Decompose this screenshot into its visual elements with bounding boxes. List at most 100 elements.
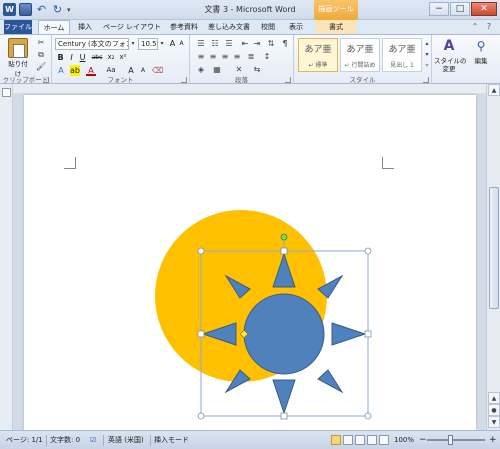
underline-button[interactable]: U: [78, 52, 87, 63]
shading-icon[interactable]: ◈: [196, 65, 206, 74]
subscript-button[interactable]: x₂: [106, 52, 116, 63]
font-launcher-icon[interactable]: [181, 77, 187, 83]
close-button[interactable]: ✕: [471, 2, 497, 16]
italic-button[interactable]: I: [67, 52, 76, 63]
styles-more-icon[interactable]: ▿: [422, 61, 432, 70]
font-size-field[interactable]: 10.5: [138, 38, 158, 50]
superscript-button[interactable]: x²: [118, 52, 128, 63]
justify-icon[interactable]: ≡: [232, 52, 242, 61]
styles-scroll-up-icon[interactable]: ▴: [422, 39, 432, 48]
tab-review[interactable]: 校閲: [256, 20, 280, 34]
handle-left[interactable]: [197, 330, 205, 338]
shrink-font-button[interactable]: A: [177, 38, 186, 49]
numbering-icon[interactable]: ☷: [210, 39, 220, 48]
maximize-button[interactable]: □: [450, 2, 470, 16]
style-no-spacing[interactable]: あア亜 ↵ 行間詰め: [340, 38, 380, 72]
paragraph-group: ☰ ☷ ☰ ⇤ ⇥ ⇅ ¶ ≡ ≡ ≡ ≡ ≣ ↕ ◈ ▦ ✕ ⇆ 段落: [190, 35, 294, 85]
align-right-icon[interactable]: ≡: [220, 52, 230, 61]
paragraph-launcher-icon[interactable]: [285, 77, 291, 83]
handle-top-right[interactable]: [364, 247, 372, 255]
borders-icon[interactable]: ▦: [212, 65, 222, 74]
browse-object-icon[interactable]: ●: [488, 404, 500, 416]
font-size-dropdown-icon[interactable]: ▾: [158, 38, 166, 50]
tab-references[interactable]: 参考資料: [166, 20, 202, 34]
tab-mailings[interactable]: 差し込み文書: [206, 20, 252, 34]
web-layout-icon[interactable]: [355, 435, 365, 445]
tab-home[interactable]: ホーム: [38, 20, 70, 34]
zoom-level[interactable]: 100%: [394, 431, 414, 449]
tab-view[interactable]: 表示: [284, 20, 308, 34]
style-heading-1[interactable]: あア亜 見出し 1: [382, 38, 422, 72]
handle-bottom[interactable]: [280, 412, 288, 420]
style-sample: あア亜: [346, 45, 374, 55]
font-name-field[interactable]: Century (本文のフォント: [55, 38, 129, 50]
scroll-thumb[interactable]: [489, 187, 499, 309]
cut-icon[interactable]: ✂: [36, 38, 46, 47]
minimize-ribbon-icon[interactable]: ⌃: [470, 22, 480, 32]
clipboard-launcher-icon[interactable]: [43, 77, 49, 83]
zoom-in-button[interactable]: +: [489, 431, 497, 449]
grow-font-button[interactable]: A: [168, 38, 177, 49]
proofing-icon[interactable]: ☑: [90, 431, 96, 449]
tab-format[interactable]: 書式: [316, 20, 356, 34]
line-spacing-icon[interactable]: ↕: [262, 52, 272, 61]
word-count[interactable]: 文字数: 0: [50, 431, 80, 449]
style-name: 見出し 1: [390, 62, 414, 69]
sort-icon[interactable]: ⇅: [266, 39, 276, 48]
zoom-out-button[interactable]: −: [419, 431, 427, 449]
draft-view-icon[interactable]: [379, 435, 389, 445]
outline-view-icon[interactable]: [367, 435, 377, 445]
handle-bottom-right[interactable]: [364, 412, 372, 420]
distributed-icon[interactable]: ≣: [246, 52, 256, 61]
handle-right[interactable]: [364, 330, 372, 338]
editing-button[interactable]: ⚲ 編集: [466, 37, 496, 65]
tab-insert[interactable]: 挿入: [74, 20, 96, 34]
vertical-scrollbar[interactable]: ▲ ▲ ● ▼: [486, 84, 500, 430]
multilevel-list-icon[interactable]: ☰: [224, 39, 234, 48]
text-direction-icon[interactable]: ⇆: [252, 65, 262, 74]
tab-file[interactable]: ファイル: [4, 20, 32, 34]
insert-mode[interactable]: 挿入モード: [154, 431, 189, 449]
ribbon-tabs: ファイル ホーム 挿入 ページ レイアウト 参考資料 差し込み文書 校閲 表示 …: [0, 20, 500, 34]
tab-page-layout[interactable]: ページ レイアウト: [100, 20, 164, 34]
font-group: Century (本文のフォント ▾ 10.5 ▾ A A B I U abc …: [52, 35, 190, 85]
minimize-button[interactable]: −: [429, 2, 449, 16]
bold-button[interactable]: B: [56, 52, 65, 63]
zoom-slider-thumb[interactable]: [448, 435, 453, 445]
scroll-down-icon[interactable]: ▼: [488, 416, 500, 428]
scroll-up-icon[interactable]: ▲: [488, 84, 500, 96]
page-count[interactable]: ページ: 1/1: [6, 431, 43, 449]
help-icon[interactable]: ?: [484, 22, 494, 32]
status-bar: ページ: 1/1 文字数: 0 ☑ 英語 (米国) 挿入モード 100% − +: [0, 430, 500, 449]
copy-icon[interactable]: ⧉: [36, 50, 46, 59]
styles-scroll-down-icon[interactable]: ▾: [422, 50, 432, 59]
sun-ray-bottom: [272, 379, 296, 415]
bullets-icon[interactable]: ☰: [196, 39, 206, 48]
asian-layout-icon[interactable]: ✕: [234, 65, 244, 74]
sun-shape[interactable]: [201, 252, 367, 415]
handle-top-left[interactable]: [197, 247, 205, 255]
decrease-indent-icon[interactable]: ⇤: [240, 39, 250, 48]
style-name: ↵ 行間詰め: [344, 62, 376, 69]
align-center-icon[interactable]: ≡: [208, 52, 218, 61]
print-layout-view-icon[interactable]: [331, 435, 341, 445]
paste-button[interactable]: 貼り付け: [6, 38, 30, 78]
sun-ray-bottom-right: [317, 369, 344, 394]
format-painter-icon[interactable]: 🖌: [36, 62, 46, 71]
rotation-handle[interactable]: [280, 233, 288, 241]
full-screen-reading-icon[interactable]: [343, 435, 353, 445]
styles-launcher-icon[interactable]: [423, 77, 429, 83]
zoom-slider[interactable]: [427, 439, 485, 441]
language[interactable]: 英語 (米国): [108, 431, 144, 449]
scroll-up-page-icon[interactable]: ▲: [488, 392, 500, 404]
strikethrough-button[interactable]: abc: [90, 52, 104, 63]
style-name: ↵ 標準: [308, 62, 328, 69]
change-styles-button[interactable]: A スタイルの 変更: [434, 37, 467, 73]
align-left-icon[interactable]: ≡: [196, 52, 206, 61]
handle-top[interactable]: [280, 247, 288, 255]
style-normal[interactable]: あア亜 ↵ 標準: [298, 38, 338, 72]
show-formatting-icon[interactable]: ¶: [280, 39, 290, 48]
font-name-dropdown-icon[interactable]: ▾: [129, 38, 137, 50]
handle-bottom-left[interactable]: [197, 412, 205, 420]
increase-indent-icon[interactable]: ⇥: [252, 39, 262, 48]
